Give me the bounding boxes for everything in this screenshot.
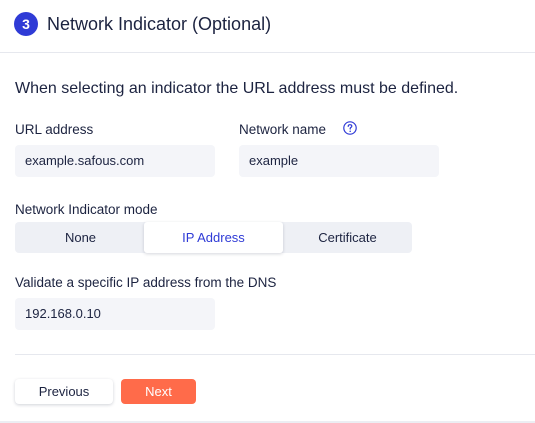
indicator-mode-segmented-control: None IP Address Certificate: [15, 222, 412, 253]
indicator-mode-option-none[interactable]: None: [15, 222, 146, 253]
network-name-label: Network name: [239, 122, 327, 137]
actions-divider: [15, 354, 535, 355]
indicator-mode-label: Network Indicator mode: [15, 202, 158, 217]
step-number-badge: 3: [14, 12, 38, 36]
url-address-label: URL address: [15, 122, 94, 137]
next-button[interactable]: Next: [121, 379, 196, 404]
question-circle-icon[interactable]: [343, 121, 357, 135]
previous-button[interactable]: Previous: [15, 379, 113, 404]
url-address-input[interactable]: example.safous.com: [15, 145, 215, 177]
section-header: 3 Network Indicator (Optional): [0, 0, 535, 53]
indicator-mode-option-ip-address[interactable]: IP Address: [144, 222, 283, 253]
section-title: Network Indicator (Optional): [47, 14, 272, 34]
validate-ip-label: Validate a specific IP address from the …: [15, 275, 277, 290]
indicator-mode-option-certificate[interactable]: Certificate: [283, 222, 412, 253]
intro-text: When selecting an indicator the URL addr…: [15, 80, 459, 97]
validate-ip-input[interactable]: 192.168.0.10: [15, 298, 215, 330]
network-name-input[interactable]: example: [239, 145, 439, 177]
